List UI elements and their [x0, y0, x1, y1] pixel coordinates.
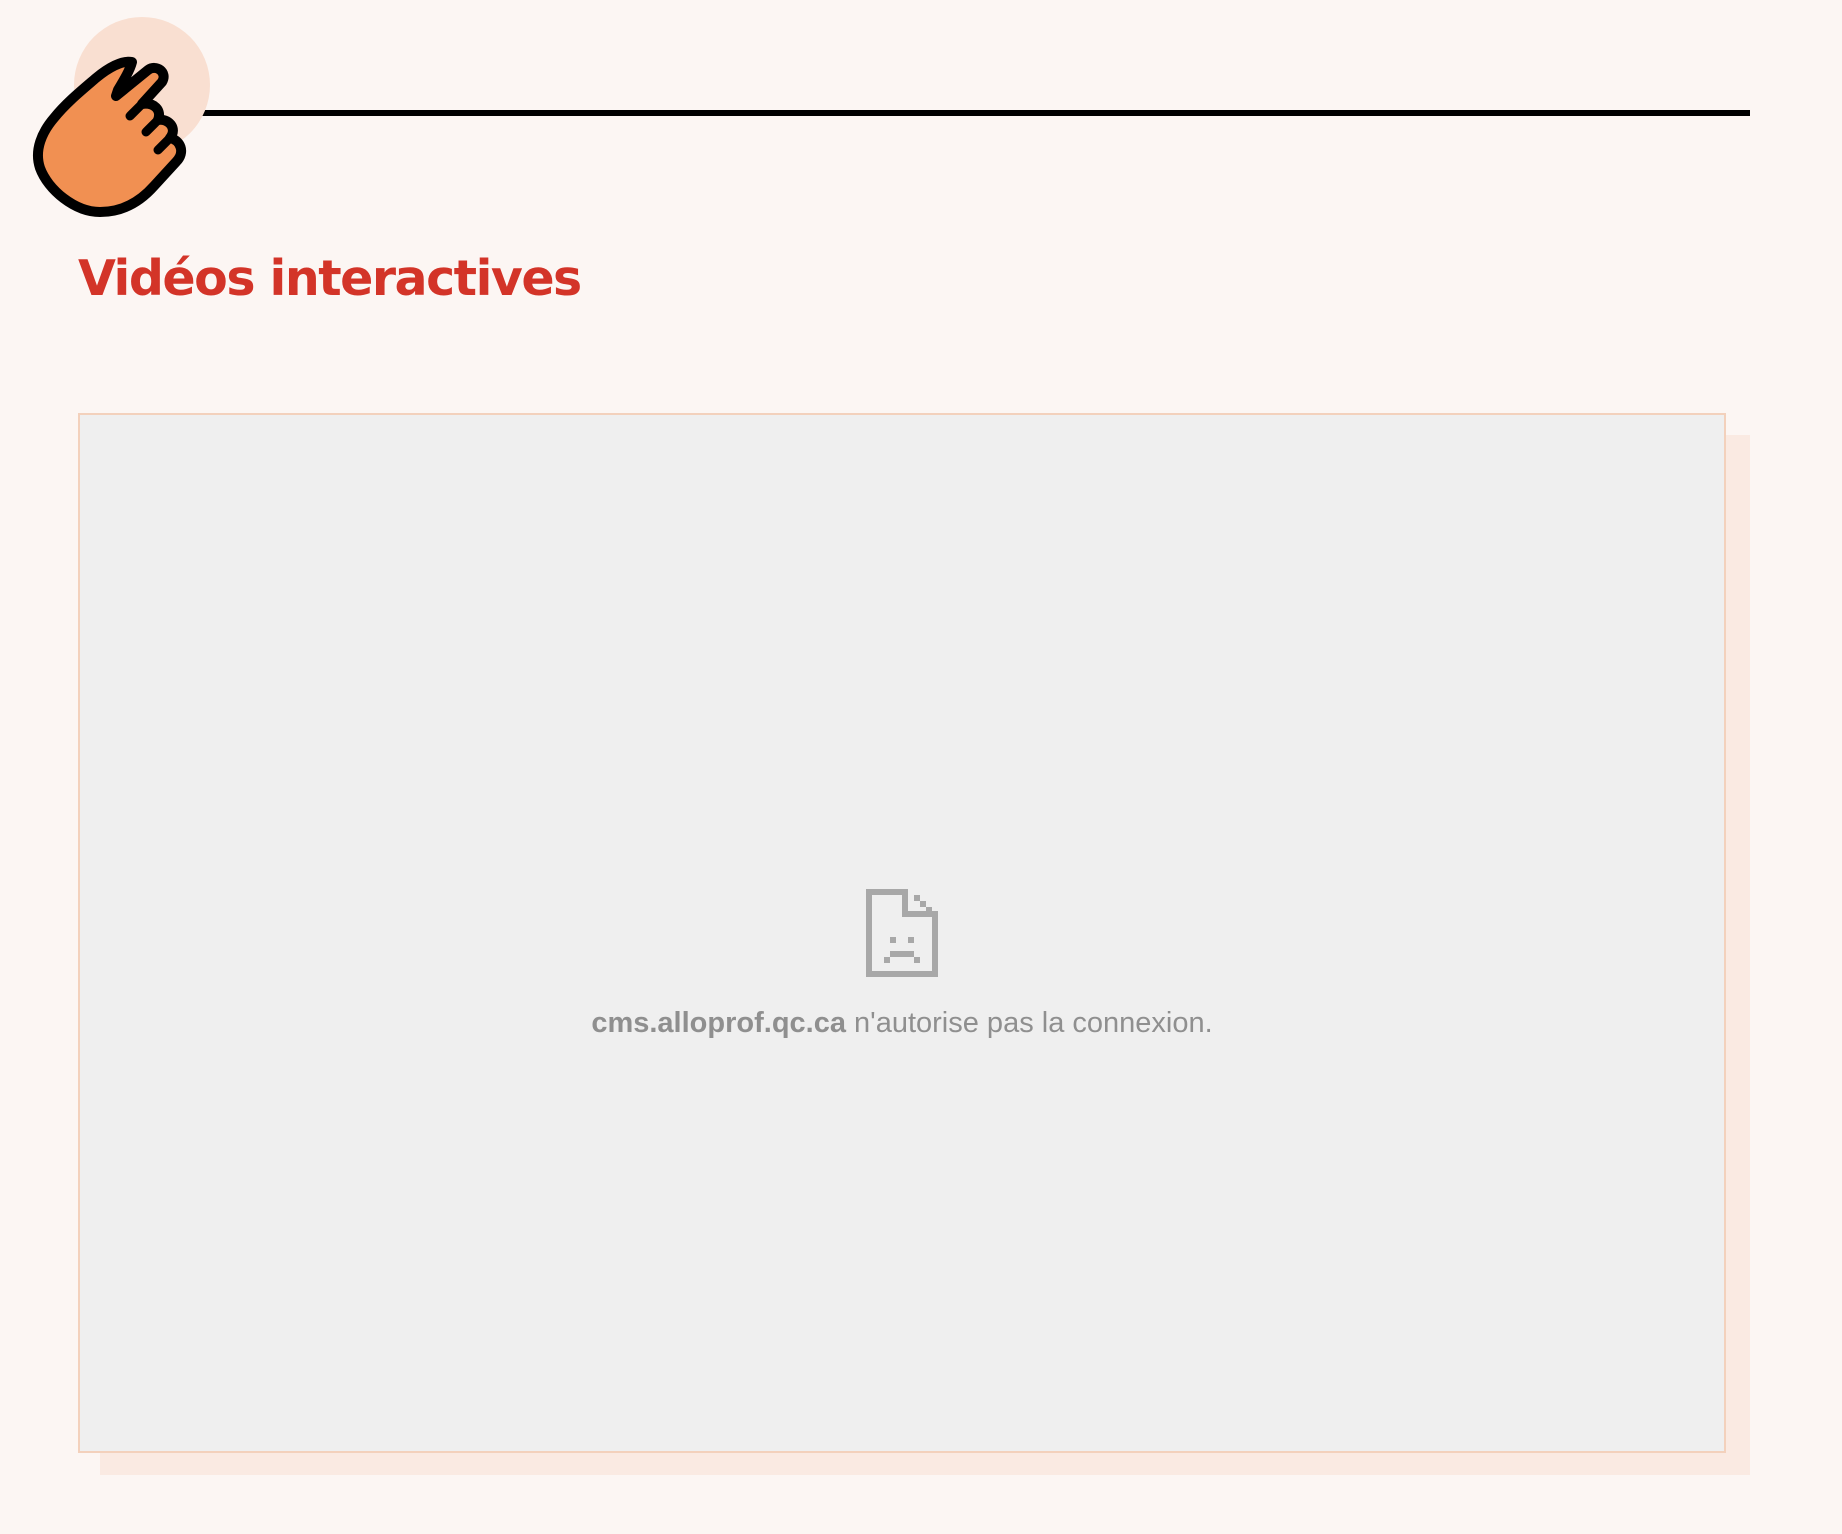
- error-text: n'autorise pas la connexion.: [845, 1007, 1213, 1039]
- header-divider: [200, 110, 1750, 116]
- error-message: cms.alloprof.qc.ca n'autorise pas la con…: [80, 1007, 1724, 1040]
- error-domain: cms.alloprof.qc.ca: [591, 1007, 846, 1039]
- section-title: Vidéos interactives: [78, 250, 582, 307]
- pointing-hand-icon: [32, 17, 210, 217]
- sad-document-icon: [866, 889, 938, 977]
- embed-error: cms.alloprof.qc.ca n'autorise pas la con…: [80, 889, 1724, 1040]
- interactive-video-embed[interactable]: cms.alloprof.qc.ca n'autorise pas la con…: [78, 413, 1726, 1453]
